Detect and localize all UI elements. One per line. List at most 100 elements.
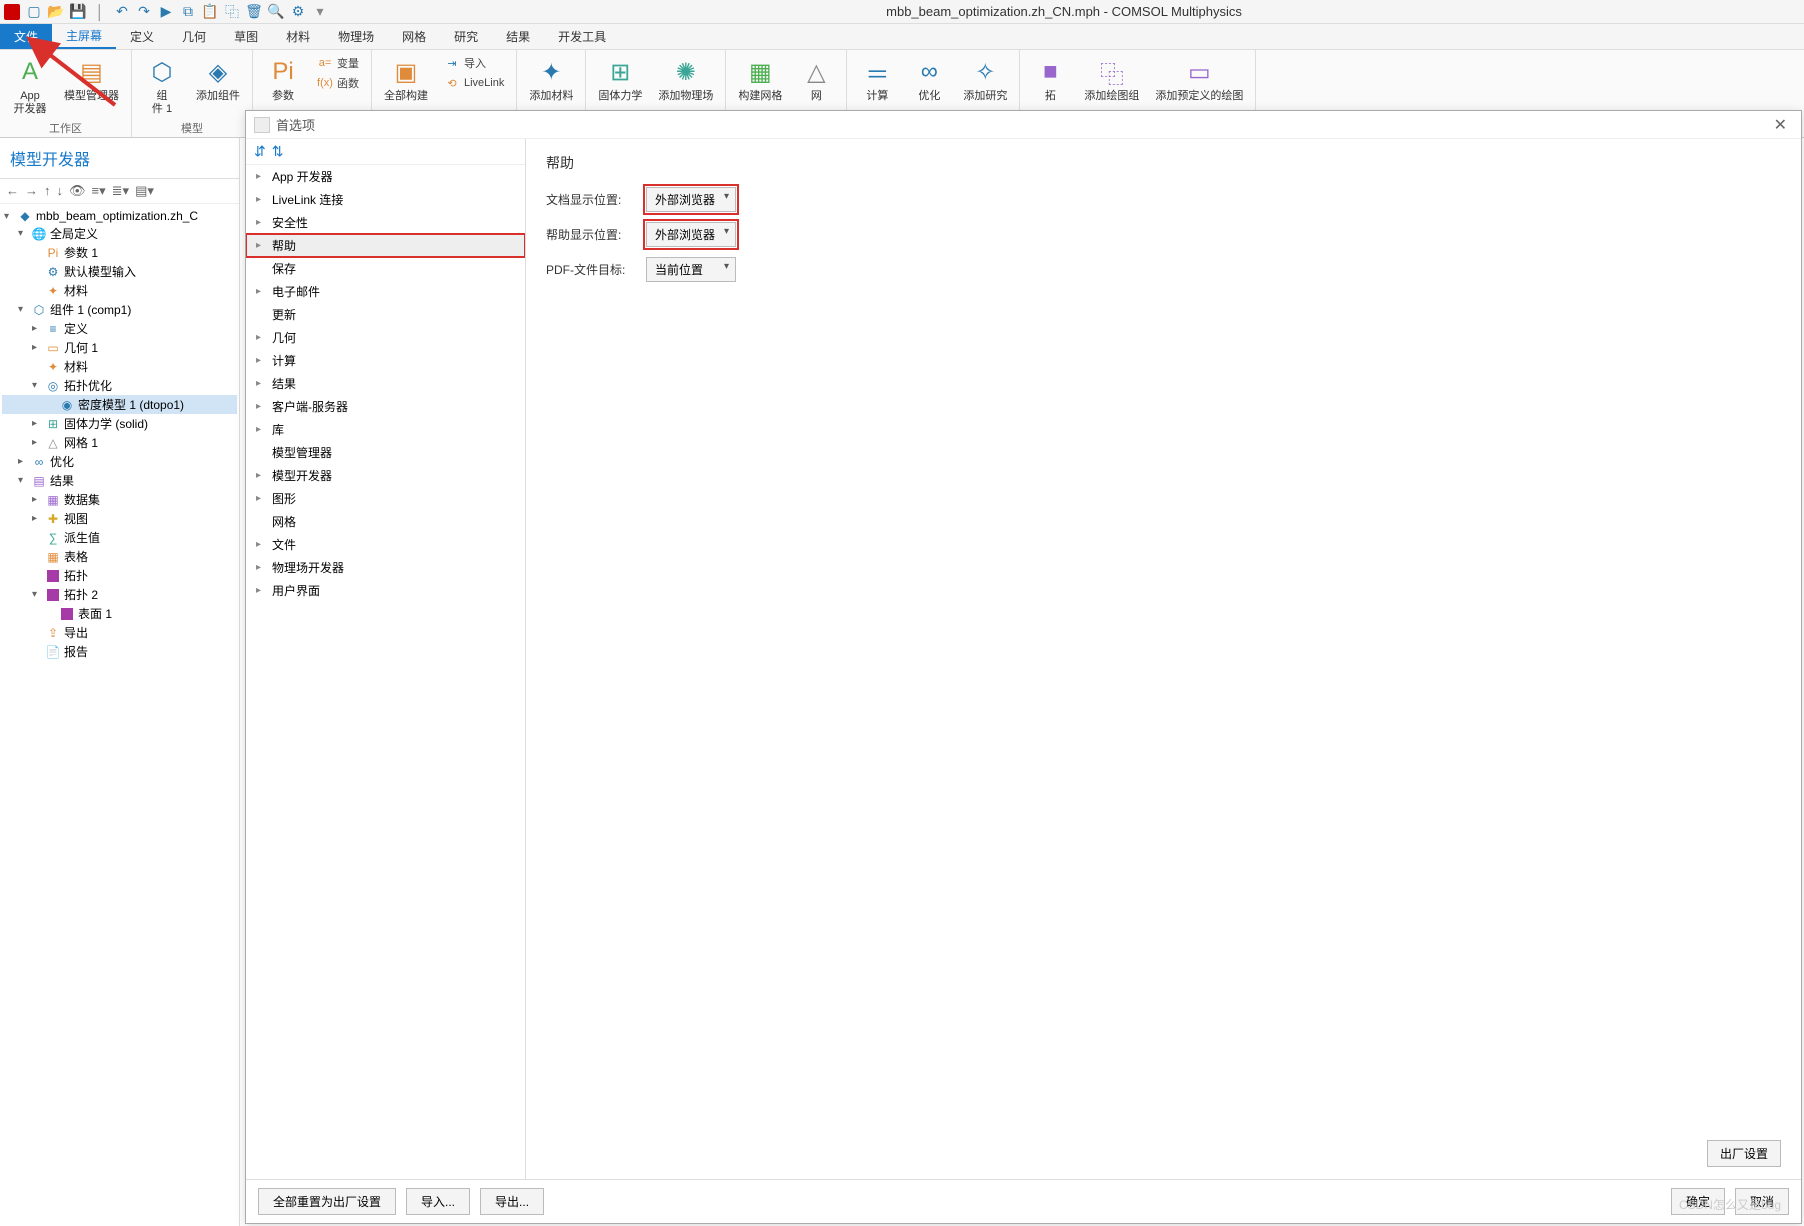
tree-root[interactable]: ▾◆mbb_beam_optimization.zh_C <box>2 208 237 224</box>
build-mesh-button[interactable]: ▦构建网格 <box>734 54 786 105</box>
tree-optimization[interactable]: ▸∞优化 <box>2 452 237 471</box>
cat-save[interactable]: 保存 <box>246 257 525 280</box>
export-button[interactable]: 导出... <box>480 1188 544 1215</box>
tree-datasets[interactable]: ▸▦数据集 <box>2 490 237 509</box>
expand-icon[interactable]: ≣▾ <box>112 183 129 199</box>
tree-derived[interactable]: ∑派生值 <box>2 528 237 547</box>
menu-physics[interactable]: 物理场 <box>324 24 388 49</box>
eye-icon[interactable]: 👁 <box>69 183 86 199</box>
functions-button[interactable]: f(x)函数 <box>313 74 363 92</box>
tree-materials-global[interactable]: ✦材料 <box>2 281 237 300</box>
open-icon[interactable]: 📂 <box>48 4 64 20</box>
build-all-button[interactable]: ▣全部构建 <box>380 54 432 105</box>
duplicate-icon[interactable]: ⿻ <box>224 4 240 20</box>
tree-param1[interactable]: Pi参数 1 <box>2 243 237 262</box>
cat-phys-dev[interactable]: ▸物理场开发器 <box>246 556 525 579</box>
tree-solid[interactable]: ▸⊞固体力学 (solid) <box>2 414 237 433</box>
menu-developer[interactable]: 开发工具 <box>544 24 620 49</box>
cat-file[interactable]: ▸文件 <box>246 533 525 556</box>
find-icon[interactable]: 🔍 <box>268 4 284 20</box>
cat-security[interactable]: ▸安全性 <box>246 211 525 234</box>
new-icon[interactable]: ▢ <box>26 4 42 20</box>
menu-definitions[interactable]: 定义 <box>116 24 168 49</box>
more-icon[interactable]: ▾ <box>312 4 328 20</box>
tree-density-model[interactable]: ◉密度模型 1 (dtopo1) <box>2 395 237 414</box>
collapse-icon[interactable]: ≡▾ <box>92 183 106 199</box>
reset-all-button[interactable]: 全部重置为出厂设置 <box>258 1188 396 1215</box>
parameters-button[interactable]: Pi参数 <box>261 54 305 105</box>
topology-button[interactable]: ■拓 <box>1028 54 1072 105</box>
combo-pdf-target[interactable]: 当前位置 <box>646 257 736 282</box>
add-physics-button[interactable]: ✺添加物理场 <box>654 54 717 105</box>
cat-model-mgr[interactable]: 模型管理器 <box>246 441 525 464</box>
close-icon[interactable]: ✕ <box>1768 115 1793 135</box>
menu-file[interactable]: 文件 <box>0 24 52 49</box>
variables-button[interactable]: a=变量 <box>313 54 363 72</box>
tree-surface1[interactable]: 表面 1 <box>2 604 237 623</box>
add-study-button[interactable]: ✧添加研究 <box>959 54 1011 105</box>
tree-tables[interactable]: ▦表格 <box>2 547 237 566</box>
solid-mechanics-button[interactable]: ⊞固体力学 <box>594 54 646 105</box>
tree-defs[interactable]: ▸≡定义 <box>2 319 237 338</box>
menu-home[interactable]: 主屏幕 <box>52 24 116 49</box>
model-manager-button[interactable]: ▤模型管理器 <box>60 54 123 105</box>
cat-mesh[interactable]: 网格 <box>246 510 525 533</box>
cat-livelink[interactable]: ▸LiveLink 连接 <box>246 188 525 211</box>
save-icon[interactable]: 💾 <box>70 4 86 20</box>
component-button[interactable]: ⬡组 件 1 <box>140 54 184 118</box>
tree-topo[interactable]: 拓扑 <box>2 566 237 585</box>
redo-icon[interactable]: ↷ <box>136 4 152 20</box>
filter-icon[interactable]: ▤▾ <box>135 183 154 199</box>
settings-icon[interactable]: ⚙ <box>290 4 306 20</box>
cat-ui[interactable]: ▸用户界面 <box>246 579 525 602</box>
cat-app-dev[interactable]: ▸App 开发器 <box>246 165 525 188</box>
cat-graphics[interactable]: ▸图形 <box>246 487 525 510</box>
tree-mesh1[interactable]: ▸△网格 1 <box>2 433 237 452</box>
cat-email[interactable]: ▸电子邮件 <box>246 280 525 303</box>
play-icon[interactable]: ▶ <box>158 4 174 20</box>
ok-button[interactable]: 确定 <box>1671 1188 1725 1215</box>
nav-fwd-icon[interactable]: → <box>25 183 38 199</box>
tree-default-input[interactable]: ⚙默认模型输入 <box>2 262 237 281</box>
tree-topo2[interactable]: ▾拓扑 2 <box>2 585 237 604</box>
import-button[interactable]: 导入... <box>406 1188 470 1215</box>
nav-up-icon[interactable]: ↑ <box>44 183 51 199</box>
cancel-button[interactable]: 取消 <box>1735 1188 1789 1215</box>
tree-report[interactable]: 📄报告 <box>2 642 237 661</box>
tree-topo-opt[interactable]: ▾◎拓扑优化 <box>2 376 237 395</box>
tree-geom1[interactable]: ▸▭几何 1 <box>2 338 237 357</box>
copy-icon[interactable]: ⧉ <box>180 4 196 20</box>
add-plot-group-button[interactable]: ⿻添加绘图组 <box>1080 54 1143 105</box>
tree-comp1[interactable]: ▾⬡组件 1 (comp1) <box>2 300 237 319</box>
cat-library[interactable]: ▸库 <box>246 418 525 441</box>
add-component-button[interactable]: ◈添加组件 <box>192 54 244 105</box>
optimize-button[interactable]: ∞优化 <box>907 54 951 105</box>
cat-update[interactable]: 更新 <box>246 303 525 326</box>
menu-materials[interactable]: 材料 <box>272 24 324 49</box>
menu-mesh[interactable]: 网格 <box>388 24 440 49</box>
menu-study[interactable]: 研究 <box>440 24 492 49</box>
cat-client-server[interactable]: ▸客户端-服务器 <box>246 395 525 418</box>
cat-geom[interactable]: ▸几何 <box>246 326 525 349</box>
app-builder-button[interactable]: AApp 开发器 <box>8 54 52 118</box>
undo-icon[interactable]: ↶ <box>114 4 130 20</box>
expand-all-icon[interactable]: ⇵ <box>254 143 266 160</box>
tree-results[interactable]: ▾▤结果 <box>2 471 237 490</box>
delete-icon[interactable]: 🗑 <box>246 4 262 20</box>
tree-views[interactable]: ▸✚视图 <box>2 509 237 528</box>
menu-sketch[interactable]: 草图 <box>220 24 272 49</box>
factory-settings-button[interactable]: 出厂设置 <box>1707 1140 1781 1167</box>
combo-help-location[interactable]: 外部浏览器 <box>646 222 736 247</box>
cat-compute[interactable]: ▸计算 <box>246 349 525 372</box>
menu-results[interactable]: 结果 <box>492 24 544 49</box>
menu-geometry[interactable]: 几何 <box>168 24 220 49</box>
add-material-button[interactable]: ✦添加材料 <box>525 54 577 105</box>
paste-icon[interactable]: 📋 <box>202 4 218 20</box>
cat-help[interactable]: ▸帮助 <box>246 234 525 257</box>
tree-global-def[interactable]: ▾🌐全局定义 <box>2 224 237 243</box>
add-predef-plot-button[interactable]: ▭添加预定义的绘图 <box>1151 54 1247 105</box>
nav-down-icon[interactable]: ↓ <box>57 183 64 199</box>
cat-model-dev[interactable]: ▸模型开发器 <box>246 464 525 487</box>
cat-results[interactable]: ▸结果 <box>246 372 525 395</box>
mesh-button[interactable]: △网 <box>794 54 838 105</box>
